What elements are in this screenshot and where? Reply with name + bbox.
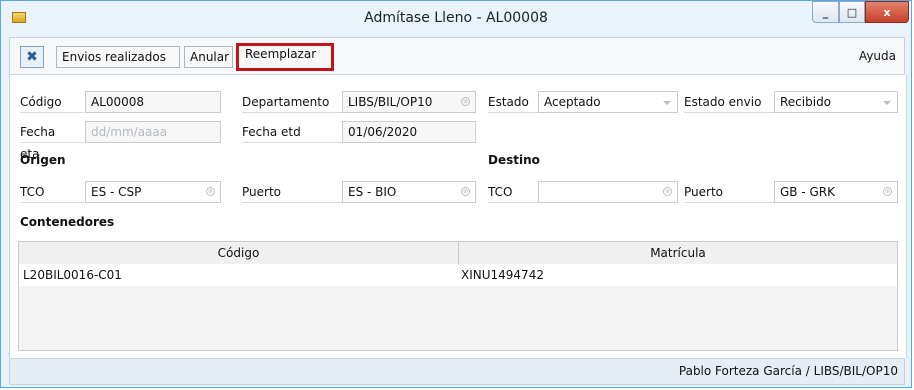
column-header-matricula[interactable]: Matrícula xyxy=(459,242,897,264)
destino-puerto-label: Puerto xyxy=(684,181,774,203)
table-cell: XINU1494742 xyxy=(461,268,544,282)
chevron-down-icon xyxy=(883,101,891,105)
estado-select[interactable]: Aceptado xyxy=(538,91,678,113)
destino-heading: Destino xyxy=(488,153,540,167)
estado-envio-value: Recibido xyxy=(780,95,832,109)
departamento-field[interactable]: LIBS/BIL/OP10 ⊗ xyxy=(342,91,476,113)
status-bar: Pablo Forteza García / LIBS/BIL/OP10 xyxy=(9,358,905,385)
fecha-etd-field[interactable]: 01/06/2020 xyxy=(342,121,476,143)
estado-value: Aceptado xyxy=(544,95,601,109)
envios-realizados-button[interactable]: Envios realizados xyxy=(56,46,180,68)
window-title: Admítase Lleno - AL00008 xyxy=(364,10,548,26)
destino-tco-field[interactable]: ⊗ xyxy=(538,181,678,203)
column-header-codigo[interactable]: Código xyxy=(19,242,459,264)
table-header: Código Matrícula xyxy=(19,242,897,265)
title-bar[interactable]: Admítase Lleno - AL00008 _ □ x xyxy=(1,1,911,37)
toolbar: ✖ Envios realizados Anular Reemplazar Ay… xyxy=(9,37,905,75)
contenedores-heading: Contenedores xyxy=(20,215,115,229)
contenedores-table: Código Matrícula L20BIL0016-C01 XINU1494… xyxy=(18,241,898,351)
table-cell: L20BIL0016-C01 xyxy=(23,268,122,282)
close-window-button[interactable]: x xyxy=(865,1,909,23)
fecha-eta-field[interactable]: dd/mm/aaaa xyxy=(85,121,221,143)
clear-circle-icon[interactable]: ⊗ xyxy=(663,187,672,196)
clear-circle-icon[interactable]: ⊗ xyxy=(461,97,470,106)
fecha-etd-label: Fecha etd xyxy=(242,121,342,143)
departamento-label: Departamento xyxy=(242,91,342,113)
origen-tco-value: ES - CSP xyxy=(91,185,142,199)
fecha-eta-placeholder: dd/mm/aaaa xyxy=(91,125,168,139)
chevron-down-icon xyxy=(663,101,671,105)
origen-heading: Origen xyxy=(20,153,66,167)
origen-puerto-field[interactable]: ES - BIO ⊗ xyxy=(342,181,476,203)
departamento-value: LIBS/BIL/OP10 xyxy=(348,95,433,109)
status-user: Pablo Forteza García / LIBS/BIL/OP10 xyxy=(678,364,898,378)
destino-puerto-value: GB - GRK xyxy=(780,185,835,199)
anular-button[interactable]: Anular xyxy=(184,46,233,68)
origen-tco-field[interactable]: ES - CSP ⊗ xyxy=(85,181,221,203)
estado-label: Estado xyxy=(488,91,538,113)
codigo-label: Código xyxy=(20,91,84,113)
fecha-etd-value: 01/06/2020 xyxy=(348,125,418,139)
form-panel: Código AL00008 Departamento LIBS/BIL/OP1… xyxy=(9,75,907,358)
destino-tco-label: TCO xyxy=(488,181,538,203)
clear-circle-icon[interactable]: ⊗ xyxy=(883,187,892,196)
app-window: Admítase Lleno - AL00008 _ □ x ✖ Envios … xyxy=(0,0,912,388)
codigo-value: AL00008 xyxy=(91,95,145,109)
clear-circle-icon[interactable]: ⊗ xyxy=(206,187,215,196)
table-row[interactable]: L20BIL0016-C01 XINU1494742 xyxy=(19,264,897,286)
codigo-field[interactable]: AL00008 xyxy=(85,91,221,113)
close-x-icon[interactable]: ✖ xyxy=(20,46,44,68)
origen-puerto-value: ES - BIO xyxy=(348,185,397,199)
reemplazar-button[interactable]: Reemplazar xyxy=(236,43,334,71)
maximize-button[interactable]: □ xyxy=(839,1,865,23)
estado-envio-select[interactable]: Recibido xyxy=(774,91,898,113)
minimize-button[interactable]: _ xyxy=(812,1,839,23)
origen-tco-label: TCO xyxy=(20,181,84,203)
clear-circle-icon[interactable]: ⊗ xyxy=(461,187,470,196)
destino-puerto-field[interactable]: GB - GRK ⊗ xyxy=(774,181,898,203)
origen-puerto-label: Puerto xyxy=(242,181,342,203)
fecha-eta-label: Fecha eta xyxy=(20,121,84,161)
estado-envio-label: Estado envio xyxy=(684,91,774,113)
ayuda-link[interactable]: Ayuda xyxy=(859,49,896,63)
